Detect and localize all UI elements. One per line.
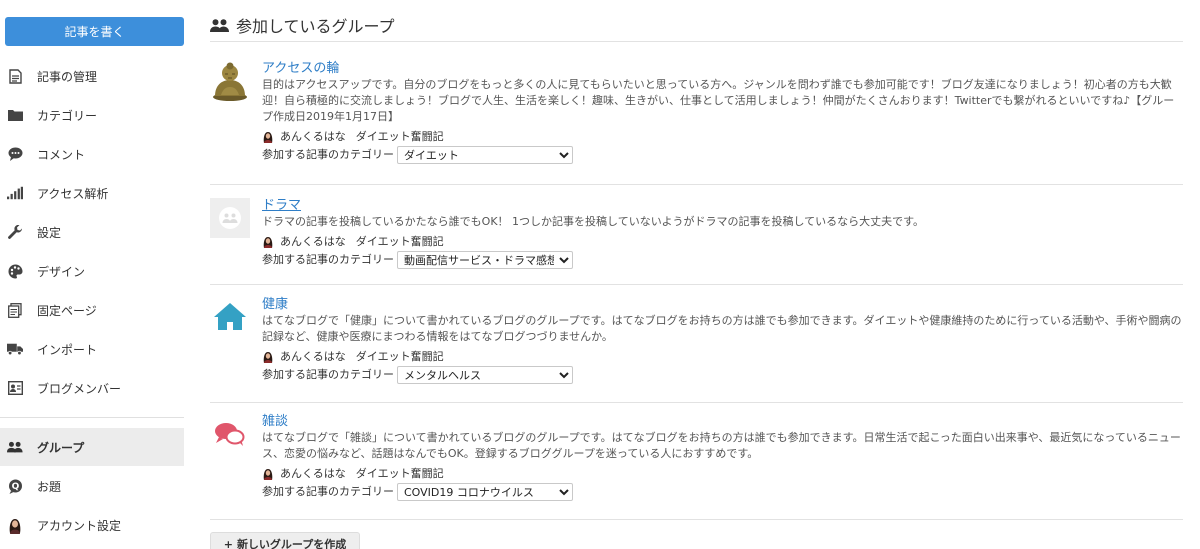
sidebar-item-comments[interactable]: コメント <box>0 135 184 173</box>
group-card: 雑談 はてなブログで「雑談」について書かれているブログのグループです。はてなブロ… <box>210 414 1183 520</box>
blog-name[interactable]: ダイエット奮闘記 <box>356 234 444 250</box>
header-divider <box>210 41 1183 42</box>
topic-q-icon: Q <box>7 478 23 494</box>
group-description: 目的はアクセスアップです。自分のブログをもっと多くの人に見てもらいたいと思ってい… <box>262 78 1175 123</box>
svg-text:Q: Q <box>11 482 19 492</box>
user-avatar-icon <box>262 351 274 363</box>
sidebar-item-members[interactable]: ブログメンバー <box>0 369 184 407</box>
category-label: 参加する記事のカテゴリー <box>262 368 394 381</box>
category-select[interactable]: メンタルヘルス <box>397 366 573 384</box>
group-description: ドラマの記事を投稿しているかたなら誰でもOK！ 1つしか記事を投稿していないよう… <box>262 215 925 228</box>
chat-bubbles-icon <box>210 414 250 454</box>
user-name[interactable]: あんくるはな <box>280 349 346 365</box>
sidebar-item-settings[interactable]: 設定 <box>0 213 184 251</box>
group-divider <box>210 184 1183 185</box>
plus-icon: + <box>223 537 233 549</box>
category-select[interactable]: ダイエット <box>397 146 573 164</box>
sidebar-item-groups[interactable]: グループ <box>0 428 184 466</box>
page-title: 参加しているグループ <box>236 17 395 36</box>
category-row: 参加する記事のカテゴリー COVID19 コロナウイルス <box>262 483 1183 501</box>
sidebar-item-topics[interactable]: Q お題 <box>0 467 184 505</box>
sidebar: 記事を書く 記事の管理 カテゴリー コメント アクセス解析 設定 デザイン 固定… <box>0 0 192 549</box>
group-title[interactable]: 雑談 <box>262 414 1183 430</box>
signal-bars-icon <box>7 185 23 201</box>
sidebar-item-label: コメント <box>37 147 86 162</box>
create-group-button[interactable]: + 新しいグループを作成 <box>210 532 360 549</box>
default-group-icon <box>210 198 250 238</box>
member-info: あんくるはな ダイエット奮闘記 <box>262 466 1183 482</box>
comment-icon <box>7 146 23 162</box>
user-avatar-icon <box>262 236 274 248</box>
member-card-icon <box>7 380 23 396</box>
group-description: はてなブログで「雑談」について書かれているブログのグループです。はてなブログをお… <box>262 431 1181 460</box>
user-avatar-icon <box>7 517 23 534</box>
member-info: あんくるはな ダイエット奮闘記 <box>262 234 1183 250</box>
member-info: あんくるはな ダイエット奮闘記 <box>262 129 1183 145</box>
document-icon <box>7 68 23 84</box>
sidebar-item-design[interactable]: デザイン <box>0 252 184 290</box>
category-row: 参加する記事のカテゴリー メンタルヘルス <box>262 366 1183 384</box>
sidebar-item-label: カテゴリー <box>37 108 98 123</box>
category-label: 参加する記事のカテゴリー <box>262 485 394 498</box>
group-divider <box>210 402 1183 403</box>
buddha-statue-icon <box>210 61 250 101</box>
group-icon <box>7 439 23 455</box>
group-description: はてなブログで「健康」について書かれているブログのグループです。はてなブログをお… <box>262 314 1182 343</box>
sidebar-item-label: アクセス解析 <box>37 186 109 201</box>
group-card: 健康 はてなブログで「健康」について書かれているブログのグループです。はてなブロ… <box>210 297 1183 403</box>
house-icon <box>210 297 250 337</box>
category-row: 参加する記事のカテゴリー ダイエット <box>262 146 1183 164</box>
group-card: アクセスの輪 目的はアクセスアップです。自分のブログをもっと多くの人に見てもらい… <box>210 61 1183 185</box>
user-name[interactable]: あんくるはな <box>280 129 346 145</box>
folder-icon <box>7 107 23 123</box>
sidebar-item-label: インポート <box>37 342 98 357</box>
sidebar-item-label: グループ <box>37 440 85 455</box>
palette-icon <box>7 263 23 279</box>
group-card: ドラマ ドラマの記事を投稿しているかたなら誰でもOK！ 1つしか記事を投稿してい… <box>210 198 1183 285</box>
sidebar-item-analytics[interactable]: アクセス解析 <box>0 174 184 212</box>
group-title[interactable]: ドラマ <box>262 198 1183 214</box>
truck-icon <box>7 341 23 357</box>
write-article-button[interactable]: 記事を書く <box>5 17 184 46</box>
category-row: 参加する記事のカテゴリー 動画配信サービス・ドラマ感想 <box>262 251 1183 269</box>
blog-name[interactable]: ダイエット奮闘記 <box>356 466 444 482</box>
sidebar-item-label: 記事の管理 <box>37 69 98 84</box>
pages-icon <box>7 302 23 318</box>
category-label: 参加する記事のカテゴリー <box>262 148 394 161</box>
sidebar-item-label: お題 <box>37 479 62 494</box>
sidebar-item-label: ブログメンバー <box>37 381 122 396</box>
sidebar-item-account[interactable]: アカウント設定 <box>0 506 184 544</box>
member-info: あんくるはな ダイエット奮闘記 <box>262 349 1183 365</box>
sidebar-item-import[interactable]: インポート <box>0 330 184 368</box>
sidebar-item-label: 設定 <box>37 225 62 240</box>
sidebar-item-label: デザイン <box>37 264 86 279</box>
group-divider <box>210 284 1183 285</box>
group-title[interactable]: アクセスの輪 <box>262 61 1183 77</box>
user-name[interactable]: あんくるはな <box>280 234 346 250</box>
group-icon <box>210 18 230 32</box>
user-avatar-icon <box>262 131 274 143</box>
blog-name[interactable]: ダイエット奮闘記 <box>356 129 444 145</box>
category-select[interactable]: COVID19 コロナウイルス <box>397 483 573 501</box>
user-avatar-icon <box>262 468 274 480</box>
group-divider <box>210 519 1183 520</box>
sidebar-item-articles[interactable]: 記事の管理 <box>0 57 184 95</box>
group-title[interactable]: 健康 <box>262 297 1183 313</box>
create-group-label: 新しいグループを作成 <box>236 538 347 549</box>
user-name[interactable]: あんくるはな <box>280 466 346 482</box>
sidebar-item-label: アカウント設定 <box>37 518 122 533</box>
sidebar-divider <box>0 417 184 418</box>
wrench-icon <box>7 224 23 240</box>
blog-name[interactable]: ダイエット奮闘記 <box>356 349 444 365</box>
category-select[interactable]: 動画配信サービス・ドラマ感想 <box>397 251 573 269</box>
page-header: 参加しているグループ <box>210 14 395 36</box>
category-label: 参加する記事のカテゴリー <box>262 253 394 266</box>
sidebar-item-label: 固定ページ <box>37 303 97 318</box>
sidebar-item-categories[interactable]: カテゴリー <box>0 96 184 134</box>
sidebar-item-pages[interactable]: 固定ページ <box>0 291 184 329</box>
